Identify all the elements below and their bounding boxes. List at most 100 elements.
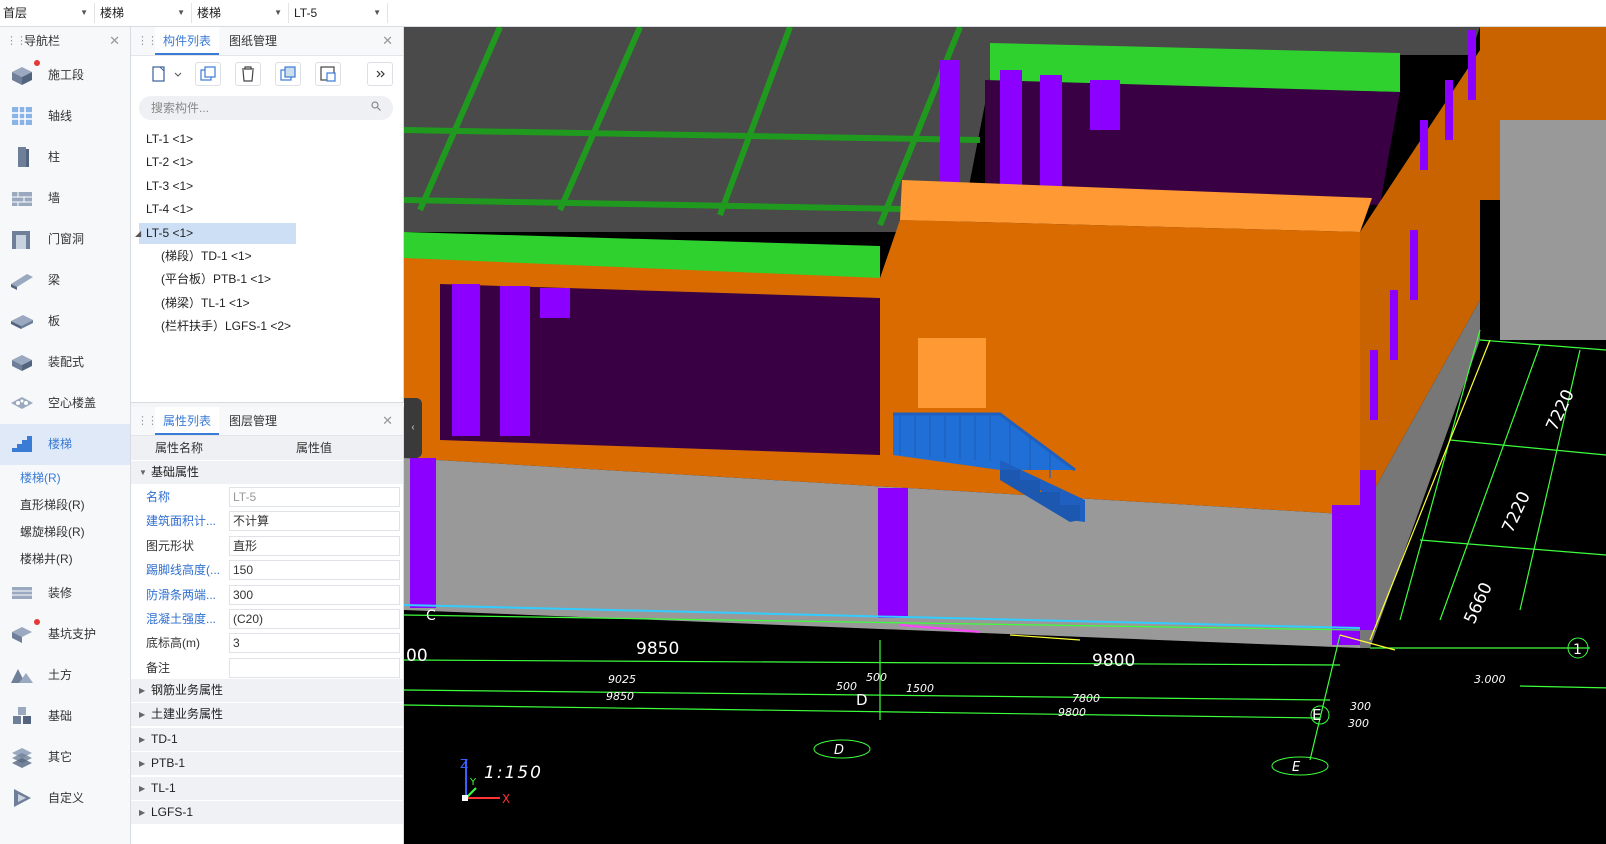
property-group[interactable]: ▶ PTB-1 bbox=[131, 752, 403, 776]
nav-item-other[interactable]: 其它 bbox=[0, 737, 130, 778]
expand-triangle-icon: ▶ bbox=[139, 710, 146, 720]
nav-item-column[interactable]: 柱 bbox=[0, 137, 130, 178]
property-group[interactable]: ▶ TL-1 bbox=[131, 776, 403, 800]
property-value-field[interactable]: 直形 bbox=[229, 535, 400, 556]
navigation-panel: ⋮⋮ 导航栏 ✕ 施工段 轴线柱墙门窗洞梁板装配式 空心楼盖 楼梯 楼梯(R) 直形梯段… bbox=[0, 27, 131, 844]
property-row: 备注 bbox=[131, 656, 403, 680]
delete-component-button[interactable] bbox=[235, 62, 261, 86]
3d-viewport[interactable]: 9850 9800 9025 9850 500 500 1500 7800 98… bbox=[404, 27, 1606, 844]
property-group[interactable]: ▶ 钢筋业务属性 bbox=[131, 679, 403, 702]
hollow-floor-icon bbox=[11, 397, 33, 409]
drag-grip-icon[interactable]: ⋮⋮ bbox=[137, 407, 158, 435]
nav-item-label: 梁 bbox=[48, 273, 61, 287]
expand-triangle-icon: ▶ bbox=[139, 734, 146, 744]
dim-label: 9800 bbox=[1092, 651, 1135, 671]
tree-item[interactable]: (平台板）PTB-1 <1> bbox=[131, 268, 403, 291]
tab-component-list[interactable]: 构件列表 bbox=[155, 27, 220, 55]
expand-triangle-icon[interactable]: ◢ bbox=[135, 222, 141, 245]
nav-item-foundation[interactable]: 基础 bbox=[0, 696, 130, 737]
property-value-field[interactable]: (C20) bbox=[229, 609, 400, 629]
axis-z-label: Z bbox=[460, 757, 468, 771]
close-icon[interactable]: ✕ bbox=[382, 407, 393, 435]
property-value-field[interactable]: 3 bbox=[229, 633, 400, 654]
collapse-panel-handle[interactable]: ‹ bbox=[404, 398, 422, 458]
property-value-field[interactable]: 150 bbox=[229, 560, 400, 581]
drag-grip-icon[interactable]: ⋮⋮ bbox=[137, 27, 158, 55]
tree-item[interactable]: (栏杆扶手）LGFS-1 <2> bbox=[131, 315, 403, 338]
layer-copy-button[interactable] bbox=[275, 62, 301, 86]
property-row: 混凝土强度... (C20) bbox=[131, 607, 403, 631]
tree-item[interactable]: LT-1 <1> bbox=[131, 128, 403, 151]
component-panel-tabs: ⋮⋮ 构件列表 图纸管理 ✕ bbox=[131, 27, 403, 56]
nav-item-label: 装配式 bbox=[48, 355, 85, 369]
nav-item-axis-grid[interactable]: 轴线 bbox=[0, 96, 130, 137]
nav-item-beam[interactable]: 梁 bbox=[0, 260, 130, 301]
nav-item-slab[interactable]: 板 bbox=[0, 301, 130, 342]
nav-item-wall[interactable]: 墙 bbox=[0, 178, 130, 219]
column bbox=[1332, 505, 1360, 645]
copy-icon bbox=[200, 66, 216, 81]
nav-item-prefab[interactable]: 装配式 bbox=[0, 342, 130, 383]
close-icon[interactable]: ✕ bbox=[382, 27, 393, 55]
tab-drawing-management[interactable]: 图纸管理 bbox=[229, 27, 277, 55]
nav-subitem[interactable]: 楼梯(R) bbox=[0, 465, 130, 492]
floor-copy-button[interactable] bbox=[315, 62, 341, 86]
nav-subitem[interactable]: 螺旋梯段(R) bbox=[0, 519, 130, 546]
drag-grip-icon[interactable]: ⋮⋮ bbox=[6, 27, 27, 55]
nav-subitem[interactable]: 直形梯段(R) bbox=[0, 492, 130, 519]
column-icon bbox=[18, 147, 29, 167]
tab-layer-management[interactable]: 图层管理 bbox=[229, 407, 277, 435]
property-table-header: 属性名称 属性值 bbox=[131, 436, 403, 460]
component-search-input[interactable] bbox=[139, 96, 393, 120]
tab-property-list[interactable]: 属性列表 bbox=[155, 407, 220, 435]
nav-item-label: 施工段 bbox=[48, 68, 85, 82]
dim-label: 1500 bbox=[906, 682, 934, 695]
model-canvas[interactable]: 9850 9800 9025 9850 500 500 1500 7800 98… bbox=[404, 27, 1606, 844]
property-group[interactable]: ▶ LGFS-1 bbox=[131, 801, 403, 824]
tree-item[interactable]: LT-4 <1> bbox=[131, 198, 403, 221]
stair-icon-wrap bbox=[9, 432, 35, 456]
axis-x-label: X bbox=[502, 792, 510, 806]
nav-item-construction-section[interactable]: 施工段 bbox=[0, 55, 130, 96]
property-group[interactable]: ▶ 土建业务属性 bbox=[131, 703, 403, 727]
component-select-value: LT-5 bbox=[294, 6, 318, 20]
property-value-field[interactable]: 不计算 bbox=[229, 511, 400, 532]
section-basic-properties[interactable]: ▼ 基础属性 bbox=[131, 461, 403, 484]
dim-label: 3.000 bbox=[1474, 673, 1506, 686]
door-opening bbox=[918, 338, 986, 408]
new-component-button[interactable] bbox=[145, 62, 183, 86]
property-row: 踢脚线高度(... 150 bbox=[131, 558, 403, 582]
nav-item-pit-support[interactable]: 基坑支护 bbox=[0, 614, 130, 655]
floor-select[interactable]: 首层 ▼ bbox=[0, 3, 95, 23]
custom-icon-wrap bbox=[9, 786, 35, 810]
more-button[interactable] bbox=[367, 62, 393, 86]
floor-select-value: 首层 bbox=[3, 6, 28, 20]
nav-item-stair[interactable]: 楼梯 bbox=[0, 424, 130, 465]
property-value-field[interactable] bbox=[229, 657, 400, 678]
component-tree: LT-1 <1> LT-2 <1> LT-3 <1> LT-4 <1> ◢ LT-5 <1… bbox=[131, 128, 403, 339]
property-group[interactable]: ▶ TD-1 bbox=[131, 727, 403, 751]
category-select[interactable]: 楼梯 ▼ bbox=[97, 3, 192, 23]
nav-item-label: 其它 bbox=[48, 750, 73, 764]
close-icon[interactable]: ✕ bbox=[109, 27, 120, 55]
axis-grid-icon bbox=[12, 107, 32, 125]
column bbox=[540, 288, 570, 318]
copy-component-button[interactable] bbox=[195, 62, 221, 86]
tree-item[interactable]: ◢ LT-5 <1> bbox=[131, 222, 403, 245]
component-select[interactable]: LT-5 ▼ bbox=[291, 3, 388, 23]
property-value-field[interactable]: 300 bbox=[229, 584, 400, 605]
prefab-icon bbox=[12, 355, 32, 371]
chevron-down-icon: ▼ bbox=[177, 8, 185, 17]
tree-item[interactable]: (梯段）TD-1 <1> bbox=[131, 245, 403, 268]
tree-item[interactable]: (梯梁）TL-1 <1> bbox=[131, 292, 403, 315]
property-value-field[interactable]: LT-5 bbox=[229, 487, 400, 507]
nav-item-earthwork[interactable]: 土方 bbox=[0, 655, 130, 696]
nav-item-custom[interactable]: 自定义 bbox=[0, 778, 130, 819]
nav-item-decoration[interactable]: 装修 bbox=[0, 573, 130, 614]
nav-subitem[interactable]: 楼梯井(R) bbox=[0, 546, 130, 573]
tree-item[interactable]: LT-2 <1> bbox=[131, 151, 403, 174]
nav-item-hollow-floor[interactable]: 空心楼盖 bbox=[0, 383, 130, 424]
nav-item-door-window[interactable]: 门窗洞 bbox=[0, 219, 130, 260]
type-select[interactable]: 楼梯 ▼ bbox=[194, 3, 289, 23]
tree-item[interactable]: LT-3 <1> bbox=[131, 175, 403, 198]
